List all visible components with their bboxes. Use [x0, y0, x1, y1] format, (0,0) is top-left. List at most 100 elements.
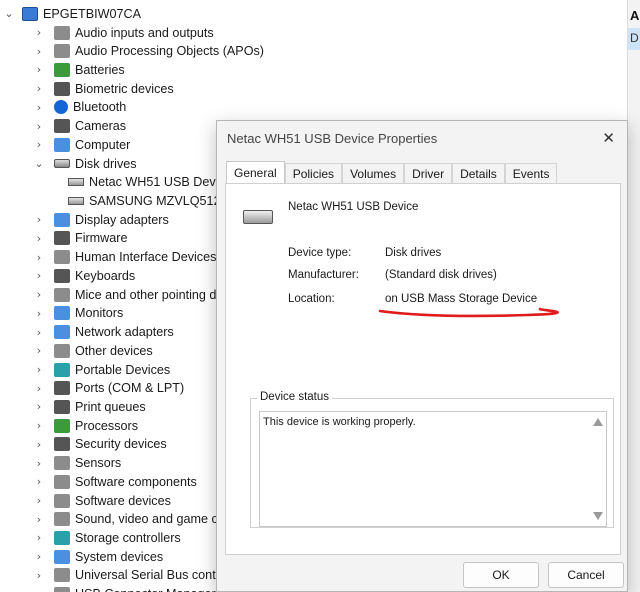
tree-item-label: Software devices: [75, 493, 171, 508]
tree-item[interactable]: › Portable Devices: [32, 360, 170, 379]
tree-item[interactable]: › Audio Processing Objects (APOs): [32, 42, 264, 61]
tree-item[interactable]: › Batteries: [32, 61, 125, 80]
right-pane-selected[interactable]: D: [628, 28, 640, 50]
tree-item[interactable]: › Keyboards: [32, 267, 135, 286]
tree-item-label: Biometric devices: [75, 81, 174, 96]
manufacturer-value: (Standard disk drives): [385, 269, 497, 281]
chevron-right-icon[interactable]: ›: [32, 326, 46, 339]
tree-item-label: Keyboards: [75, 268, 136, 283]
port-icon: [54, 381, 70, 396]
tree-item[interactable]: › Software components: [32, 472, 197, 491]
chevron-right-icon[interactable]: ›: [32, 63, 46, 76]
chevron-right-icon[interactable]: ›: [32, 138, 46, 151]
disk-drive-icon: [68, 197, 84, 206]
tree-item[interactable]: › Human Interface Devices: [32, 248, 216, 267]
tree-item[interactable]: › Bluetooth: [32, 98, 126, 117]
chevron-right-icon[interactable]: ›: [32, 438, 46, 451]
chevron-right-icon[interactable]: ›: [32, 494, 46, 507]
portable-device-icon: [54, 362, 70, 377]
speaker-icon: [54, 44, 70, 59]
disk-drive-icon: [68, 178, 84, 187]
usb-icon: [54, 568, 70, 583]
chevron-right-icon[interactable]: ›: [32, 232, 46, 245]
tree-child-item[interactable]: SAMSUNG MZVLQ512H: [68, 192, 230, 211]
tree-item[interactable]: › Storage controllers: [32, 529, 181, 548]
chevron-down-icon[interactable]: ⌄: [32, 157, 46, 170]
chevron-right-icon[interactable]: ›: [32, 45, 46, 58]
tree-item[interactable]: › Biometric devices: [32, 79, 174, 98]
tree-item[interactable]: › Computer: [32, 136, 130, 155]
chevron-right-icon[interactable]: ›: [32, 363, 46, 376]
tree-item[interactable]: › USB Connector Managers: [32, 585, 222, 592]
tree-item[interactable]: ⌄ Disk drives: [32, 154, 136, 173]
tree-item[interactable]: › Cameras: [32, 117, 126, 136]
tree-item[interactable]: › Other devices: [32, 341, 153, 360]
tree-item-label: Portable Devices: [75, 362, 171, 377]
chevron-right-icon[interactable]: ›: [32, 531, 46, 544]
chevron-right-icon[interactable]: ›: [32, 82, 46, 95]
chevron-right-icon[interactable]: ›: [32, 26, 46, 39]
tab-events[interactable]: Events: [504, 163, 558, 184]
network-icon: [54, 325, 70, 340]
chevron-down-icon[interactable]: ⌄: [0, 7, 18, 20]
chevron-right-icon[interactable]: ›: [32, 457, 46, 470]
device-status-textbox[interactable]: This device is working properly.: [259, 411, 607, 527]
right-pane: A D: [627, 0, 640, 592]
general-panel: Netac WH51 USB Device Device type: Disk …: [225, 183, 621, 555]
tree-item[interactable]: › Firmware: [32, 229, 127, 248]
chevron-right-icon[interactable]: ›: [32, 251, 46, 264]
tree-item[interactable]: › Display adapters: [32, 210, 169, 229]
properties-dialog: Netac WH51 USB Device Properties ✕ Gener…: [216, 120, 628, 592]
chevron-right-icon[interactable]: ›: [32, 419, 46, 432]
device-type-label: Device type:: [288, 247, 352, 259]
scroll-down-icon[interactable]: [593, 512, 603, 520]
tree-item[interactable]: › Sound, video and game cor: [32, 510, 229, 529]
chevron-right-icon[interactable]: ›: [32, 307, 46, 320]
manufacturer-label: Manufacturer:: [288, 269, 359, 281]
battery-icon: [54, 62, 70, 77]
chevron-right-icon[interactable]: ›: [32, 550, 46, 563]
tree-item[interactable]: › Sensors: [32, 454, 121, 473]
chevron-right-icon[interactable]: ›: [32, 400, 46, 413]
chevron-right-icon[interactable]: ›: [32, 101, 46, 114]
tree-item-label: Software components: [75, 474, 197, 489]
ok-button[interactable]: OK: [463, 562, 539, 588]
chevron-right-icon[interactable]: ›: [32, 288, 46, 301]
chevron-right-icon[interactable]: ›: [32, 120, 46, 133]
tab-volumes[interactable]: Volumes: [342, 163, 405, 184]
close-icon[interactable]: ✕: [602, 129, 615, 147]
device-name: Netac WH51 USB Device: [288, 201, 419, 213]
tab-general[interactable]: General: [226, 161, 285, 184]
chevron-right-icon[interactable]: ›: [32, 213, 46, 226]
cancel-button[interactable]: Cancel: [548, 562, 624, 588]
tab-details[interactable]: Details: [452, 163, 505, 184]
chevron-right-icon[interactable]: ›: [32, 513, 46, 526]
tree-item[interactable]: › System devices: [32, 547, 163, 566]
tree-item[interactable]: › Software devices: [32, 491, 171, 510]
chevron-right-icon[interactable]: ›: [32, 382, 46, 395]
tree-item-label: Ports (COM & LPT): [75, 381, 185, 396]
chevron-right-icon[interactable]: ›: [32, 344, 46, 357]
chevron-right-icon[interactable]: ›: [32, 588, 46, 592]
scroll-up-icon[interactable]: [593, 418, 603, 426]
tree-item-label: Security devices: [75, 437, 167, 452]
chevron-right-icon[interactable]: ›: [32, 475, 46, 488]
tree-item[interactable]: › Ports (COM & LPT): [32, 379, 184, 398]
chevron-right-icon[interactable]: ›: [32, 569, 46, 582]
tab-strip: General Policies Volumes Driver Details …: [226, 161, 558, 184]
tab-policies[interactable]: Policies: [284, 163, 343, 184]
tree-root[interactable]: ⌄ EPGETBIW07CA: [0, 4, 141, 23]
chevron-right-icon[interactable]: ›: [32, 269, 46, 282]
tree-child-item[interactable]: Netac WH51 USB Device: [68, 173, 232, 192]
tree-item[interactable]: › Monitors: [32, 304, 123, 323]
software-icon: [54, 493, 70, 508]
tree-item[interactable]: › Processors: [32, 416, 138, 435]
tree-item[interactable]: › Network adapters: [32, 323, 174, 342]
tree-item[interactable]: › Security devices: [32, 435, 167, 454]
tree-item[interactable]: › Mice and other pointing de: [32, 285, 223, 304]
tree-item[interactable]: › Audio inputs and outputs: [32, 23, 214, 42]
tree-item-label: Mice and other pointing de: [75, 287, 224, 302]
tree-item[interactable]: › Universal Serial Bus control: [32, 566, 230, 585]
tab-driver[interactable]: Driver: [404, 163, 453, 184]
tree-item[interactable]: › Print queues: [32, 398, 146, 417]
